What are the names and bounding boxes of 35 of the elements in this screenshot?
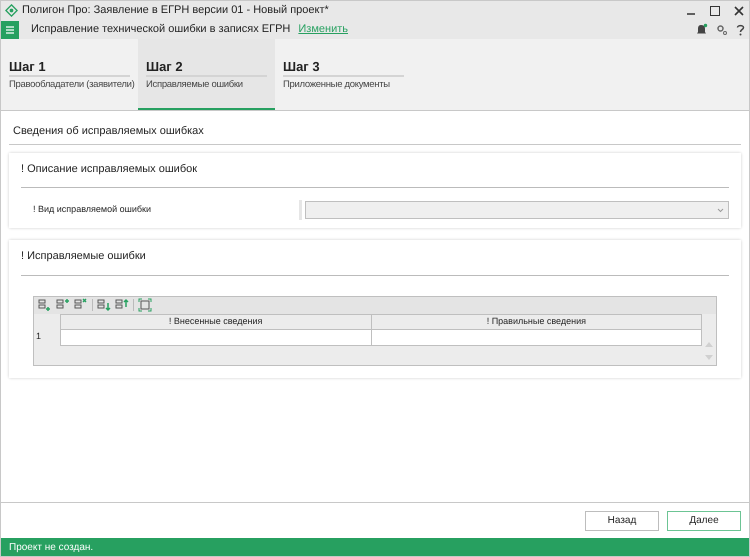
chevron-down-icon	[717, 208, 724, 212]
field-label: ! Вид исправляемой ошибки	[32, 203, 152, 216]
step-title: Шаг 2	[146, 59, 267, 77]
document-type: Исправление технической ошибки в записях ЕГРН	[31, 22, 290, 38]
step-title: Шаг 3	[283, 59, 404, 77]
step-tab[interactable]: Шаг 2 Исправляемые ошибки	[138, 39, 275, 110]
column-header[interactable]: ! Внесенные сведения	[60, 314, 372, 329]
step-subtitle: Исправляемые ошибки	[146, 78, 243, 92]
nav-button[interactable]: Далее	[667, 510, 741, 530]
panel-title: ! Описание исправляемых ошибок	[21, 160, 729, 188]
window-title: Полигон Про: Заявление в ЕГРН версии 01 - Новый проект*	[22, 3, 329, 18]
bell-icon[interactable]	[695, 23, 708, 36]
move-down-icon[interactable]	[97, 298, 111, 312]
step-subtitle: Правообладатели (заявители)	[9, 78, 134, 92]
nav-button[interactable]: Назад	[585, 510, 659, 530]
table-cell[interactable]	[371, 329, 702, 345]
section-title: Сведения об исправляемых ошибках	[9, 123, 741, 144]
settings-icon[interactable]	[716, 24, 728, 36]
step-tab[interactable]: Шаг 1 Правообладатели (заявители)	[1, 39, 138, 110]
help-icon[interactable]	[736, 24, 745, 36]
row-number: 1	[34, 329, 60, 345]
fit-icon[interactable]	[138, 298, 152, 312]
add-row-icon[interactable]	[38, 298, 52, 312]
close-icon[interactable]	[733, 4, 745, 16]
status-text: Проект не создан.	[9, 540, 94, 554]
app-logo-icon	[5, 4, 18, 17]
menu-button[interactable]	[1, 20, 19, 38]
menu-icon	[5, 26, 15, 34]
table-cell[interactable]	[60, 329, 372, 345]
maximize-icon[interactable]	[709, 4, 721, 16]
column-header[interactable]: ! Правильные сведения	[371, 314, 702, 329]
step-subtitle: Приложенные документы	[283, 78, 390, 92]
step-tab[interactable]: Шаг 3 Приложенные документы	[275, 39, 412, 110]
step-title: Шаг 1	[9, 59, 130, 77]
panel-title: ! Исправляемые ошибки	[21, 248, 729, 276]
